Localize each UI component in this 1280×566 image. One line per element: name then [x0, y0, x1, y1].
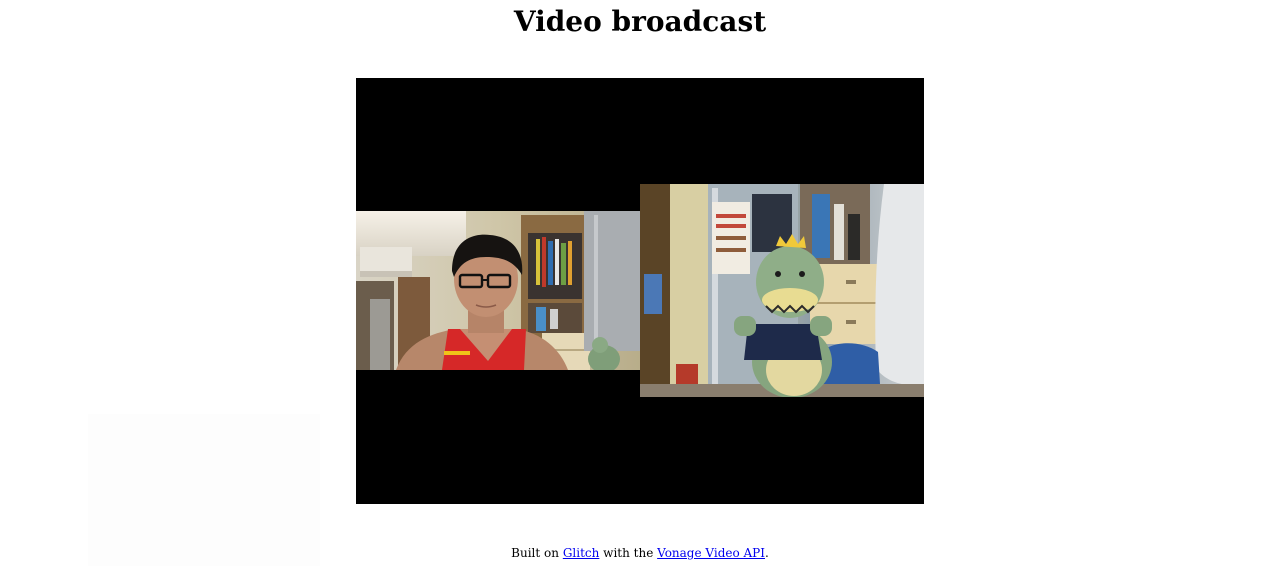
- footer-prefix: Built on: [511, 546, 563, 560]
- background-panel: [88, 414, 320, 566]
- subscriber-video-image: [640, 184, 924, 397]
- subscriber-video[interactable]: [640, 184, 924, 397]
- publisher-video[interactable]: [356, 211, 640, 370]
- page: Video broadcast Built on Glitch with the…: [0, 0, 1280, 566]
- footer-suffix: .: [765, 546, 769, 560]
- vonage-video-api-link[interactable]: Vonage Video API: [657, 546, 765, 560]
- footer: Built on Glitch with the Vonage Video AP…: [0, 545, 1280, 561]
- footer-middle: with the: [599, 546, 658, 560]
- page-title: Video broadcast: [513, 5, 767, 38]
- broadcast-stage: [356, 78, 924, 504]
- glitch-link[interactable]: Glitch: [563, 546, 600, 560]
- publisher-video-image: [356, 211, 640, 370]
